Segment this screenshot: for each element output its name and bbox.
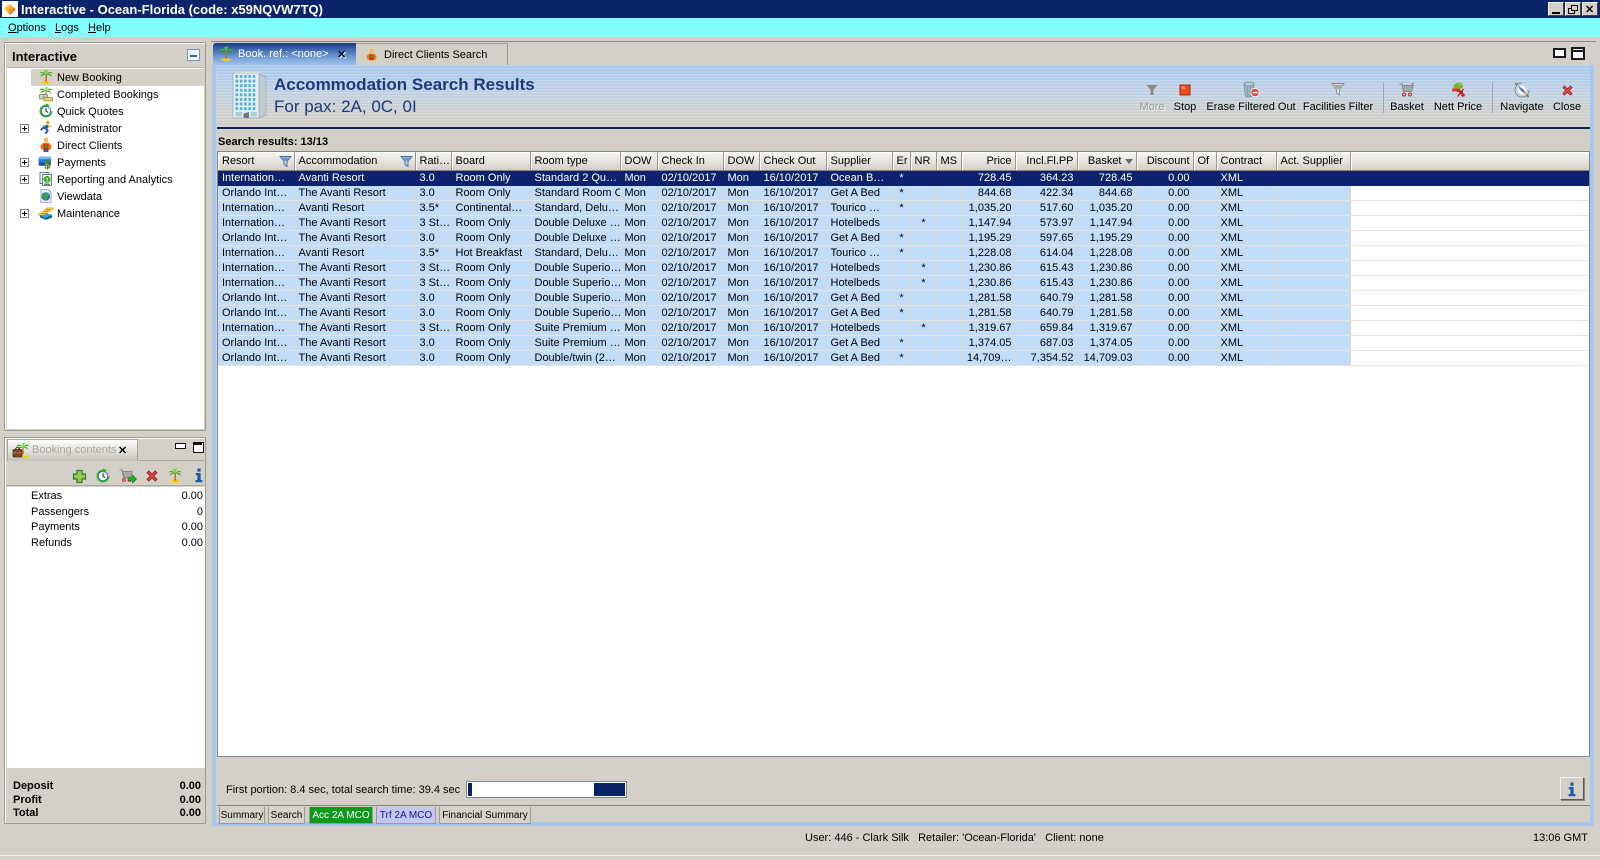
svg-text:$: $ xyxy=(45,158,51,171)
